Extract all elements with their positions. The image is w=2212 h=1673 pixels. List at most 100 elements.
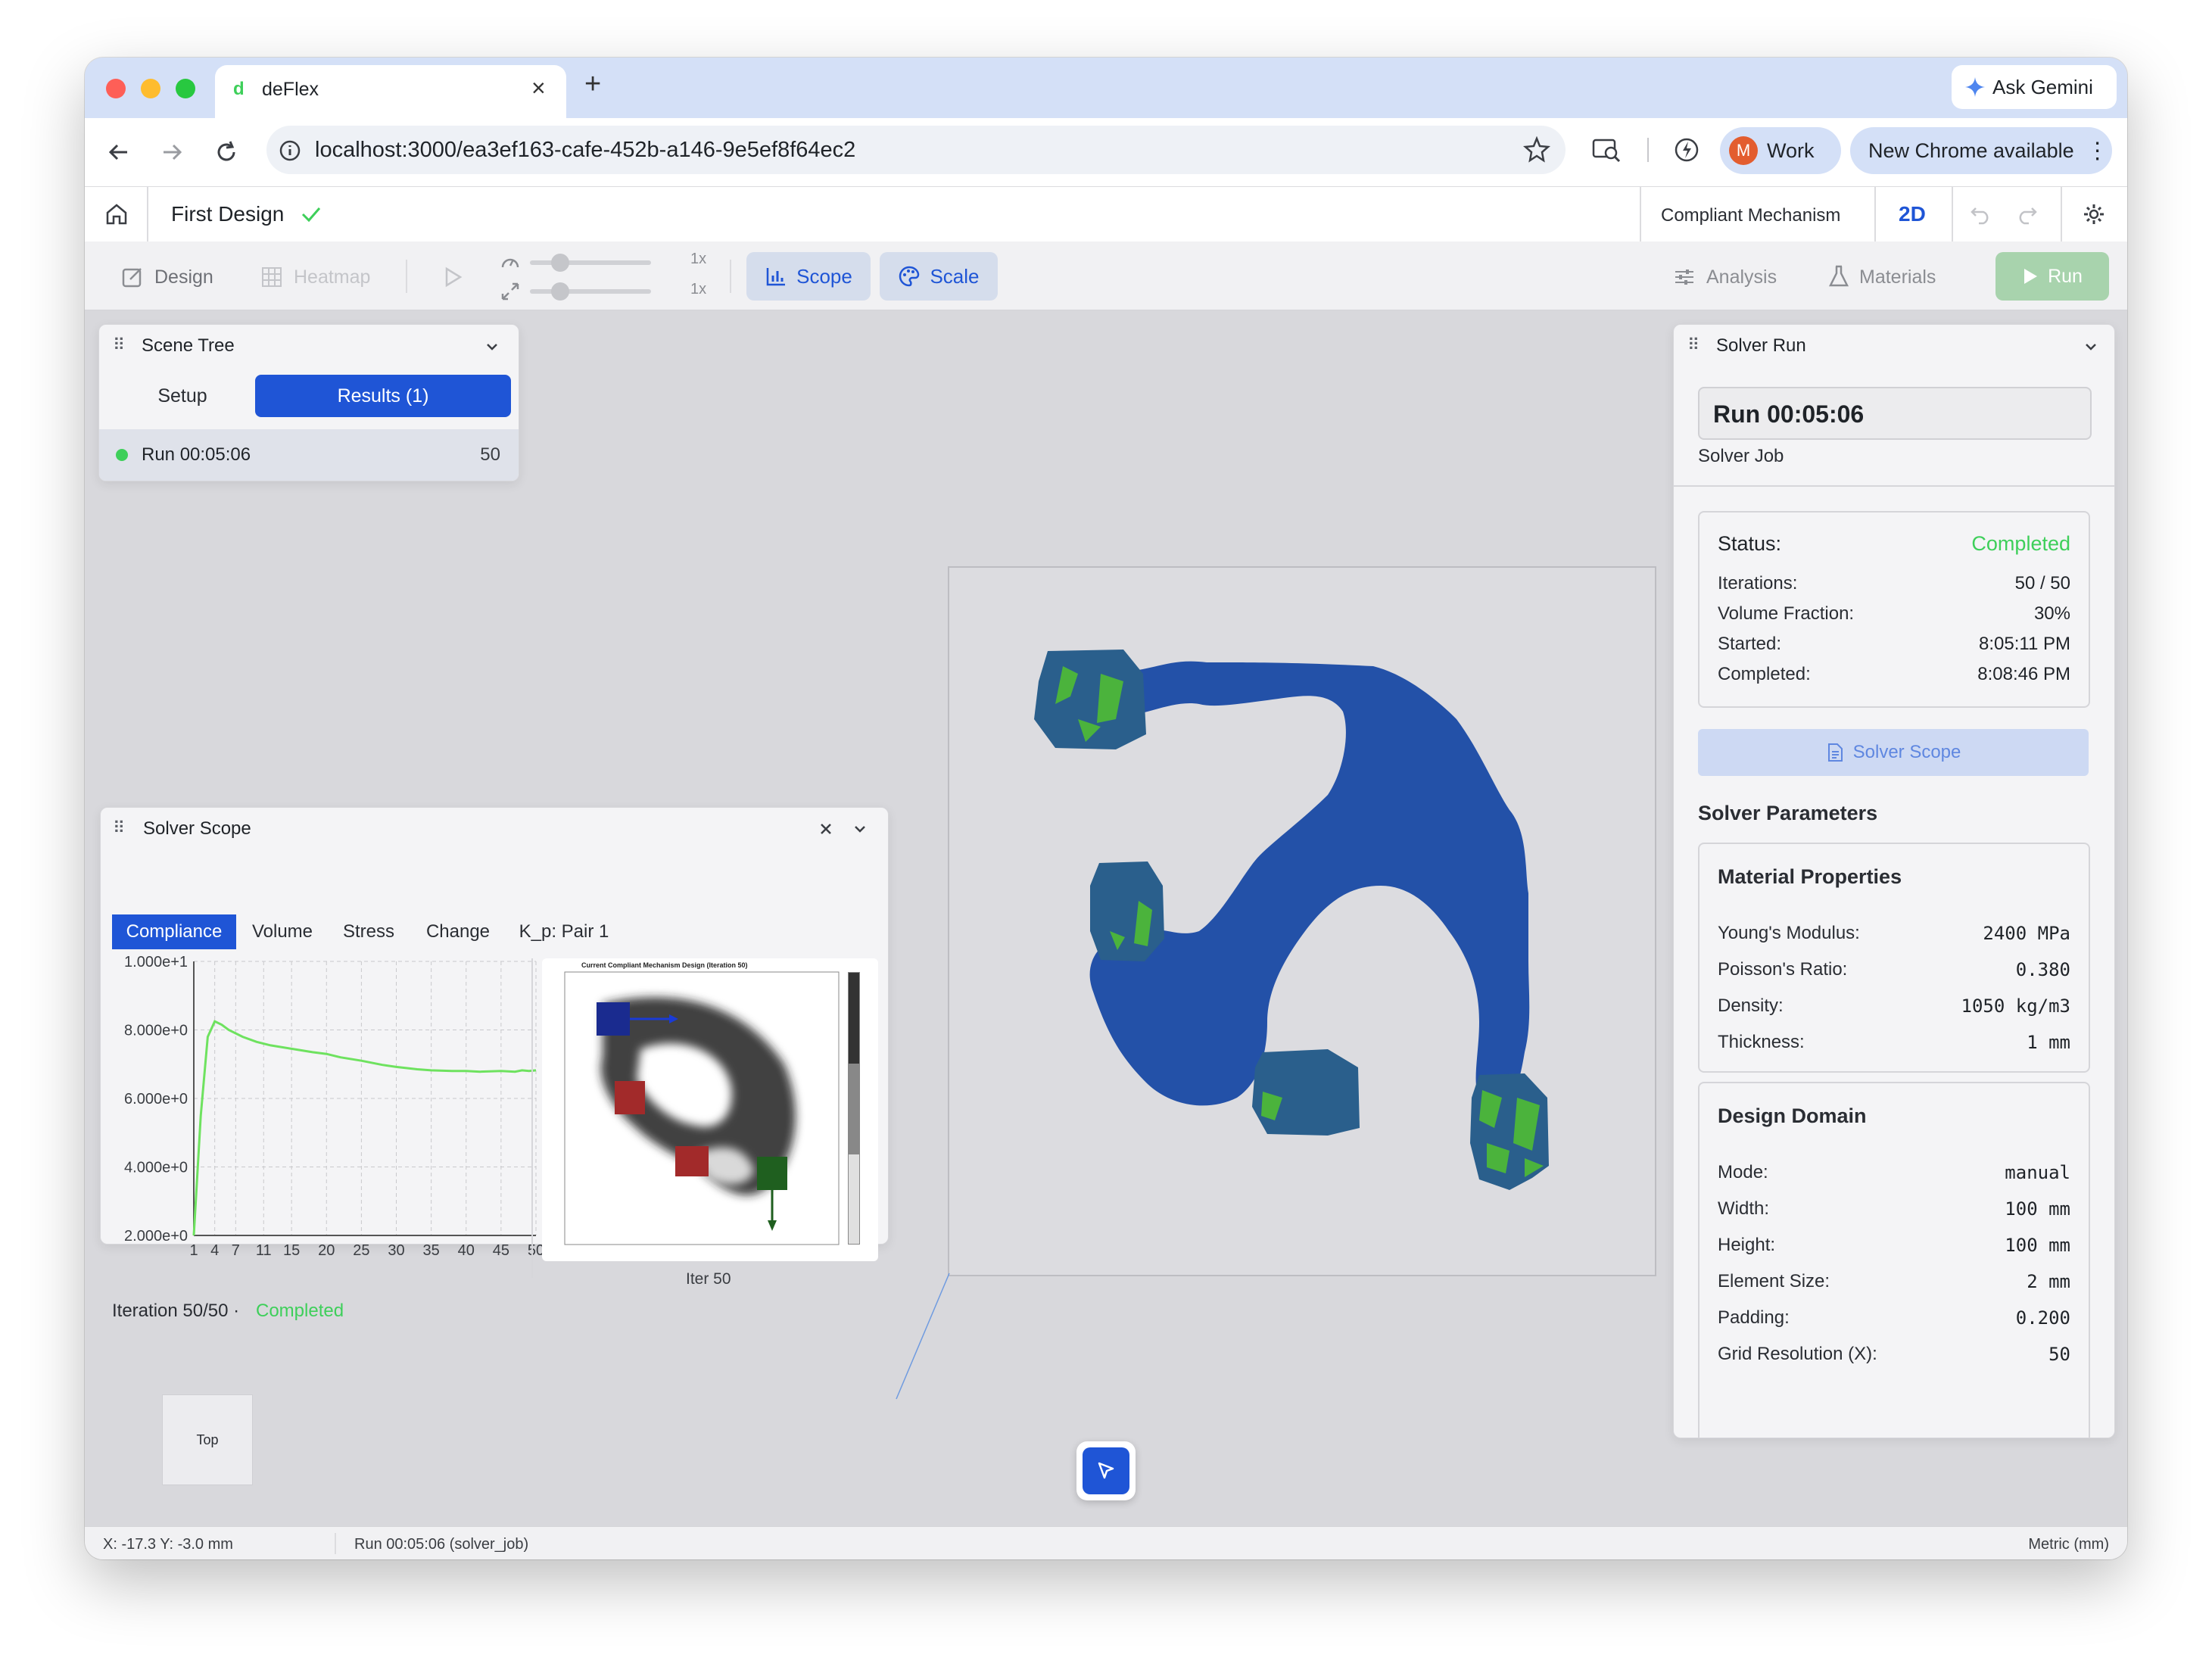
site-info-icon[interactable] <box>279 139 301 162</box>
solver-scope-button[interactable]: Solver Scope <box>1698 729 2089 776</box>
profile-chip[interactable]: M Work <box>1720 127 1841 174</box>
tab-kp-pair[interactable]: K_p: Pair 1 <box>507 914 621 949</box>
lens-icon[interactable] <box>1591 136 1622 164</box>
output-pad-bottom-right <box>1470 1073 1549 1190</box>
axis-indicator-line <box>896 1273 950 1400</box>
row-label: Padding: <box>1718 1307 1790 1328</box>
row-label: Started: <box>1718 634 1782 654</box>
tab-compliance[interactable]: Compliance <box>112 914 236 949</box>
view-mode-toggle[interactable]: 2D <box>1899 202 1926 226</box>
scale-slider-handle[interactable] <box>551 282 569 301</box>
home-icon[interactable] <box>104 202 129 226</box>
close-icon[interactable] <box>817 820 835 838</box>
tab-results[interactable]: Results (1) <box>255 375 511 417</box>
analysis-button[interactable]: Analysis <box>1706 266 1777 288</box>
update-chrome-button[interactable]: New Chrome available ⋮ <box>1850 127 2112 174</box>
design-name[interactable]: First Design <box>171 202 284 226</box>
x-tick-label: 20 <box>318 1242 335 1258</box>
close-window-button[interactable] <box>106 79 126 98</box>
status-divider <box>335 1533 336 1554</box>
expand-icon <box>501 282 519 301</box>
view-cube[interactable]: Top <box>162 1394 253 1485</box>
saved-check-icon <box>301 207 321 223</box>
panel-title: Solver Scope <box>143 818 251 839</box>
x-tick-label: 45 <box>493 1242 509 1258</box>
x-tick-label: 4 <box>210 1242 219 1258</box>
row-value: 100 mm <box>2005 1198 2070 1220</box>
mechanism-type[interactable]: Compliant Mechanism <box>1661 205 1840 226</box>
tab-stress[interactable]: Stress <box>329 914 409 949</box>
maximize-window-button[interactable] <box>176 79 195 98</box>
materials-button[interactable]: Materials <box>1859 266 1936 288</box>
tool-palette <box>1076 1441 1136 1500</box>
solver-scope-label: Solver Scope <box>1852 742 1961 762</box>
run-button[interactable]: Run <box>1995 252 2109 301</box>
scope-toggle-button[interactable]: Scope <box>746 252 871 301</box>
performance-icon[interactable] <box>1673 136 1700 164</box>
reload-icon[interactable] <box>213 139 239 165</box>
url-text[interactable]: localhost:3000/ea3ef163-cafe-452b-a146-9… <box>315 138 855 163</box>
new-tab-button[interactable]: + <box>584 68 601 101</box>
run-name-field[interactable]: Run 00:05:06 <box>1698 387 2092 440</box>
list-item[interactable]: Run 00:05:06 50 <box>99 429 519 481</box>
forward-icon[interactable] <box>159 139 185 165</box>
status-bar: X: -17.3 Y: -3.0 mm Run 00:05:06 (solver… <box>85 1526 2127 1559</box>
play-icon[interactable] <box>442 266 463 288</box>
tab-setup[interactable]: Setup <box>107 375 258 417</box>
ask-gemini-button[interactable]: Ask Gemini <box>1952 65 2117 109</box>
row-value: 50 / 50 <box>2014 573 2070 593</box>
row-label: Width: <box>1718 1198 1770 1219</box>
status-card: Status: Completed Iterations: 50 / 50 Vo… <box>1698 511 2090 708</box>
tab-volume[interactable]: Volume <box>239 914 326 949</box>
drag-handle-icon[interactable]: ⠿ <box>113 818 125 838</box>
row-label: Iterations: <box>1718 573 1798 593</box>
redo-icon[interactable] <box>2015 204 2038 225</box>
design-mode-button[interactable]: Design <box>154 266 213 288</box>
run-subtitle: Solver Job <box>1698 446 1784 466</box>
gemini-icon <box>1965 77 1985 97</box>
design-domain-card: Design Domain Mode: manual Width: 100 mm… <box>1698 1082 2090 1438</box>
solver-run-panel: ⠿ Solver Run Run 00:05:06 Solver Job Sta… <box>1673 324 2115 1438</box>
row-value: 1 mm <box>2027 1032 2070 1053</box>
row-label: Thickness: <box>1718 1032 1805 1052</box>
settings-gear-icon[interactable] <box>2082 202 2106 226</box>
tab-close-icon[interactable]: × <box>531 74 546 102</box>
speed-slider[interactable] <box>530 254 651 272</box>
minimize-window-button[interactable] <box>141 79 160 98</box>
back-icon[interactable] <box>106 139 132 165</box>
row-label: Mode: <box>1718 1162 1768 1182</box>
address-bar[interactable]: localhost:3000/ea3ef163-cafe-452b-a146-9… <box>266 126 1566 174</box>
chevron-down-icon[interactable] <box>484 338 500 355</box>
x-tick-label: 40 <box>458 1242 475 1258</box>
design-domain[interactable] <box>948 566 1656 1276</box>
unit-system[interactable]: Metric (mm) <box>2028 1536 2109 1553</box>
undo-icon[interactable] <box>1970 204 1992 225</box>
scale-toggle-button[interactable]: Scale <box>880 252 998 301</box>
tab-change[interactable]: Change <box>412 914 504 949</box>
play-icon <box>2024 269 2038 284</box>
bookmark-star-icon[interactable] <box>1523 136 1550 164</box>
status-dot-icon <box>116 449 128 461</box>
divider <box>1674 485 2114 487</box>
favicon-icon: d <box>233 79 245 99</box>
browser-tab[interactable]: d deFlex × <box>215 65 566 118</box>
run-label: Run <box>2048 265 2083 287</box>
scale-slider[interactable] <box>530 282 651 301</box>
drag-handle-icon[interactable]: ⠿ <box>1687 335 1700 355</box>
heatmap-mode-button[interactable]: Heatmap <box>294 266 370 288</box>
toolbar-divider <box>406 260 407 293</box>
speed-slider-handle[interactable] <box>551 254 569 272</box>
y-tick-label: 8.000e+0 <box>124 1023 188 1039</box>
y-tick-label: 1.000e+1 <box>124 955 188 970</box>
speed-value: 1x <box>690 251 707 267</box>
chevron-down-icon[interactable] <box>2083 338 2099 355</box>
tab-strip: d deFlex × + Ask Gemini <box>85 58 2127 118</box>
chevron-down-icon[interactable] <box>852 821 868 837</box>
select-tool-button[interactable] <box>1083 1447 1129 1494</box>
drag-handle-icon[interactable]: ⠿ <box>113 335 125 355</box>
menu-dots-icon[interactable]: ⋮ <box>2086 138 2109 164</box>
palette-icon <box>899 266 920 287</box>
row-value: 0.380 <box>2015 959 2070 980</box>
tab-title: deFlex <box>262 79 319 100</box>
browser-window: d deFlex × + Ask Gemini localhost:3000/e… <box>85 58 2127 1559</box>
